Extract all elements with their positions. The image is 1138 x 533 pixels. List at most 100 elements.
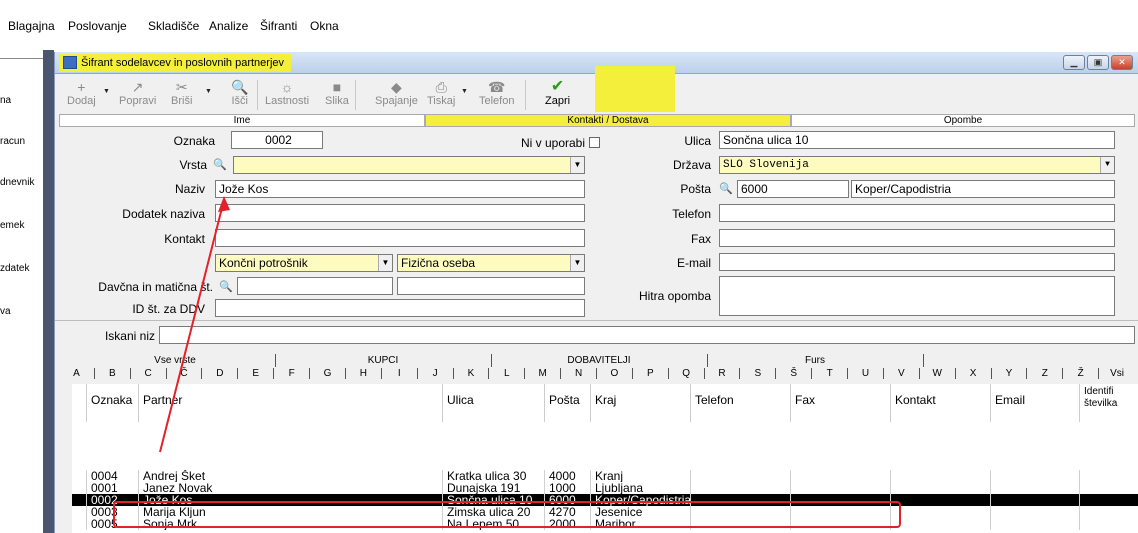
tip-kupca-select[interactable]: Končni potrošnik ▼ — [215, 254, 393, 272]
id-ddv-field[interactable] — [215, 299, 585, 317]
search-input[interactable] — [159, 326, 1135, 344]
column-header[interactable]: Identifi številka — [1080, 384, 1138, 422]
alphabet-filter-21[interactable]: Š — [776, 368, 813, 379]
tab-furs[interactable]: Furs — [707, 354, 923, 367]
alphabet-filter-22[interactable]: T — [812, 368, 849, 379]
delete-button[interactable]: ✂ Briši — [171, 79, 192, 107]
email-field[interactable] — [719, 253, 1115, 271]
posta-field[interactable]: 6000 — [737, 180, 849, 198]
tab-kontakti[interactable]: Kontakti / Dostava — [425, 114, 791, 127]
column-header[interactable]: Telefon — [691, 384, 791, 422]
alphabet-filter-9[interactable]: H — [346, 368, 382, 379]
column-header[interactable]: Oznaka — [87, 384, 139, 422]
alphabet-filter-10[interactable]: I — [382, 368, 418, 379]
menu-blagajna[interactable]: Blagajna — [8, 19, 55, 33]
davcna-field[interactable] — [237, 277, 393, 295]
minimize-button[interactable]: ▁ — [1063, 55, 1085, 70]
oznaka-field[interactable]: 0002 — [231, 131, 323, 149]
drzava-select[interactable]: SLO Slovenija ▼ — [719, 156, 1115, 174]
alphabet-filter-12[interactable]: K — [454, 368, 490, 379]
alphabet-filter-3[interactable]: C — [131, 368, 167, 379]
add-button[interactable]: + Dodaj — [67, 79, 96, 107]
column-header[interactable]: Kraj — [591, 384, 691, 422]
hitra-opomba-field[interactable] — [719, 276, 1115, 316]
chevron-down-icon[interactable]: ▼ — [570, 255, 584, 271]
left-nav-item[interactable]: zdatek — [0, 263, 29, 274]
menu-okna[interactable]: Okna — [310, 19, 339, 33]
edit-button[interactable]: ↗ Popravi — [119, 79, 156, 107]
properties-button[interactable]: ☼ Lastnosti — [265, 79, 309, 107]
print-button[interactable]: ⎙ Tiskaj — [427, 79, 455, 107]
menu-sifranti[interactable]: Šifranti — [260, 19, 297, 33]
phone-button[interactable]: ☎ Telefon — [479, 79, 514, 107]
vrsta-field[interactable]: ▼ — [233, 156, 585, 174]
delete-dropdown-icon[interactable]: ▼ — [205, 88, 212, 95]
alphabet-filter-28[interactable]: Z — [1027, 368, 1064, 379]
naziv-field[interactable]: Jože Kos — [215, 180, 585, 198]
left-nav-item[interactable]: na — [0, 95, 11, 106]
alphabet-filter-5[interactable]: D — [202, 368, 239, 379]
menu-poslovanje[interactable]: Poslovanje — [68, 19, 127, 33]
lookup-icon[interactable]: 🔍 — [219, 280, 233, 293]
lookup-icon[interactable]: 🔍 — [213, 158, 227, 171]
maximize-button[interactable]: ▣ — [1087, 55, 1109, 70]
table-row[interactable]: 0004 Andrej Šket Kratka ulica 30 4000 Kranj — [72, 470, 1138, 482]
maticna-field[interactable] — [397, 277, 585, 295]
alphabet-filter-11[interactable]: J — [418, 368, 454, 379]
chevron-down-icon[interactable]: ▼ — [570, 157, 584, 173]
alphabet-filter-26[interactable]: X — [956, 368, 992, 379]
kraj-field[interactable]: Koper/Capodistria — [851, 180, 1115, 198]
column-header[interactable]: Email — [991, 384, 1080, 422]
menu-analize[interactable]: Analize — [209, 19, 248, 33]
dodatek-field[interactable] — [215, 204, 585, 222]
tip-osebe-select[interactable]: Fizična oseba ▼ — [397, 254, 585, 272]
print-dropdown-icon[interactable]: ▼ — [461, 88, 468, 95]
alphabet-filter-15[interactable]: N — [561, 368, 597, 379]
alphabet-filter-14[interactable]: M — [525, 368, 562, 379]
close-form-button[interactable]: ✔ Zapri — [545, 79, 570, 108]
left-nav-item[interactable]: dnevnik — [0, 177, 34, 188]
column-header[interactable]: Kontakt — [891, 384, 991, 422]
alphabet-filter-4[interactable]: Č — [167, 368, 203, 379]
column-header[interactable]: Ulica — [443, 384, 545, 422]
alphabet-filter-18[interactable]: Q — [669, 368, 705, 379]
alphabet-filter-8[interactable]: G — [310, 368, 346, 379]
alphabet-filter-30[interactable]: Vsi — [1099, 368, 1135, 379]
left-nav-item[interactable]: va — [0, 306, 11, 317]
alphabet-filter-25[interactable]: W — [920, 368, 956, 379]
table-row[interactable]: 0001 Janez Novak Dunajska 191 1000 Ljubljana — [72, 482, 1138, 494]
alphabet-filter-1[interactable]: A — [59, 368, 95, 379]
kontakt-field[interactable] — [215, 229, 585, 247]
alphabet-filter-29[interactable]: Ž — [1063, 368, 1100, 379]
column-header[interactable]: Fax — [791, 384, 891, 422]
tab-kupci[interactable]: KUPCI — [275, 354, 491, 367]
lookup-icon[interactable]: 🔍 — [719, 182, 733, 195]
image-button[interactable]: ■ Slika — [325, 79, 349, 107]
ulica-field[interactable]: Sončna ulica 10 — [719, 131, 1115, 149]
ni-v-uporabi-checkbox[interactable] — [589, 137, 600, 148]
column-header[interactable]: Pošta — [545, 384, 591, 422]
merge-button[interactable]: ◆ Spajanje — [375, 79, 418, 107]
telefon-field[interactable] — [719, 204, 1115, 222]
alphabet-filter-2[interactable]: B — [95, 368, 131, 379]
close-button[interactable]: ✕ — [1111, 55, 1133, 70]
alphabet-filter-27[interactable]: Y — [992, 368, 1028, 379]
add-dropdown-icon[interactable]: ▼ — [103, 88, 110, 95]
left-splitter[interactable] — [43, 50, 54, 533]
alphabet-filter-7[interactable]: F — [274, 368, 311, 379]
tab-vse-vrste[interactable]: Vse vrste — [75, 354, 275, 367]
alphabet-filter-23[interactable]: U — [848, 368, 884, 379]
alphabet-filter-24[interactable]: V — [884, 368, 920, 379]
tab-dobavitelji[interactable]: DOBAVITELJI — [491, 354, 707, 367]
column-header[interactable]: Partner — [139, 384, 443, 422]
tab-ime[interactable]: Ime — [59, 114, 425, 127]
tab-opombe[interactable]: Opombe — [791, 114, 1135, 127]
alphabet-filter-16[interactable]: O — [597, 368, 633, 379]
alphabet-filter-19[interactable]: R — [705, 368, 741, 379]
alphabet-filter-13[interactable]: L — [489, 368, 526, 379]
left-nav-item[interactable]: emek — [0, 220, 24, 231]
chevron-down-icon[interactable]: ▼ — [378, 255, 392, 271]
left-nav-item[interactable]: racun — [0, 136, 25, 147]
alphabet-filter-17[interactable]: P — [633, 368, 669, 379]
menu-skladisce[interactable]: Skladišče — [148, 19, 199, 33]
